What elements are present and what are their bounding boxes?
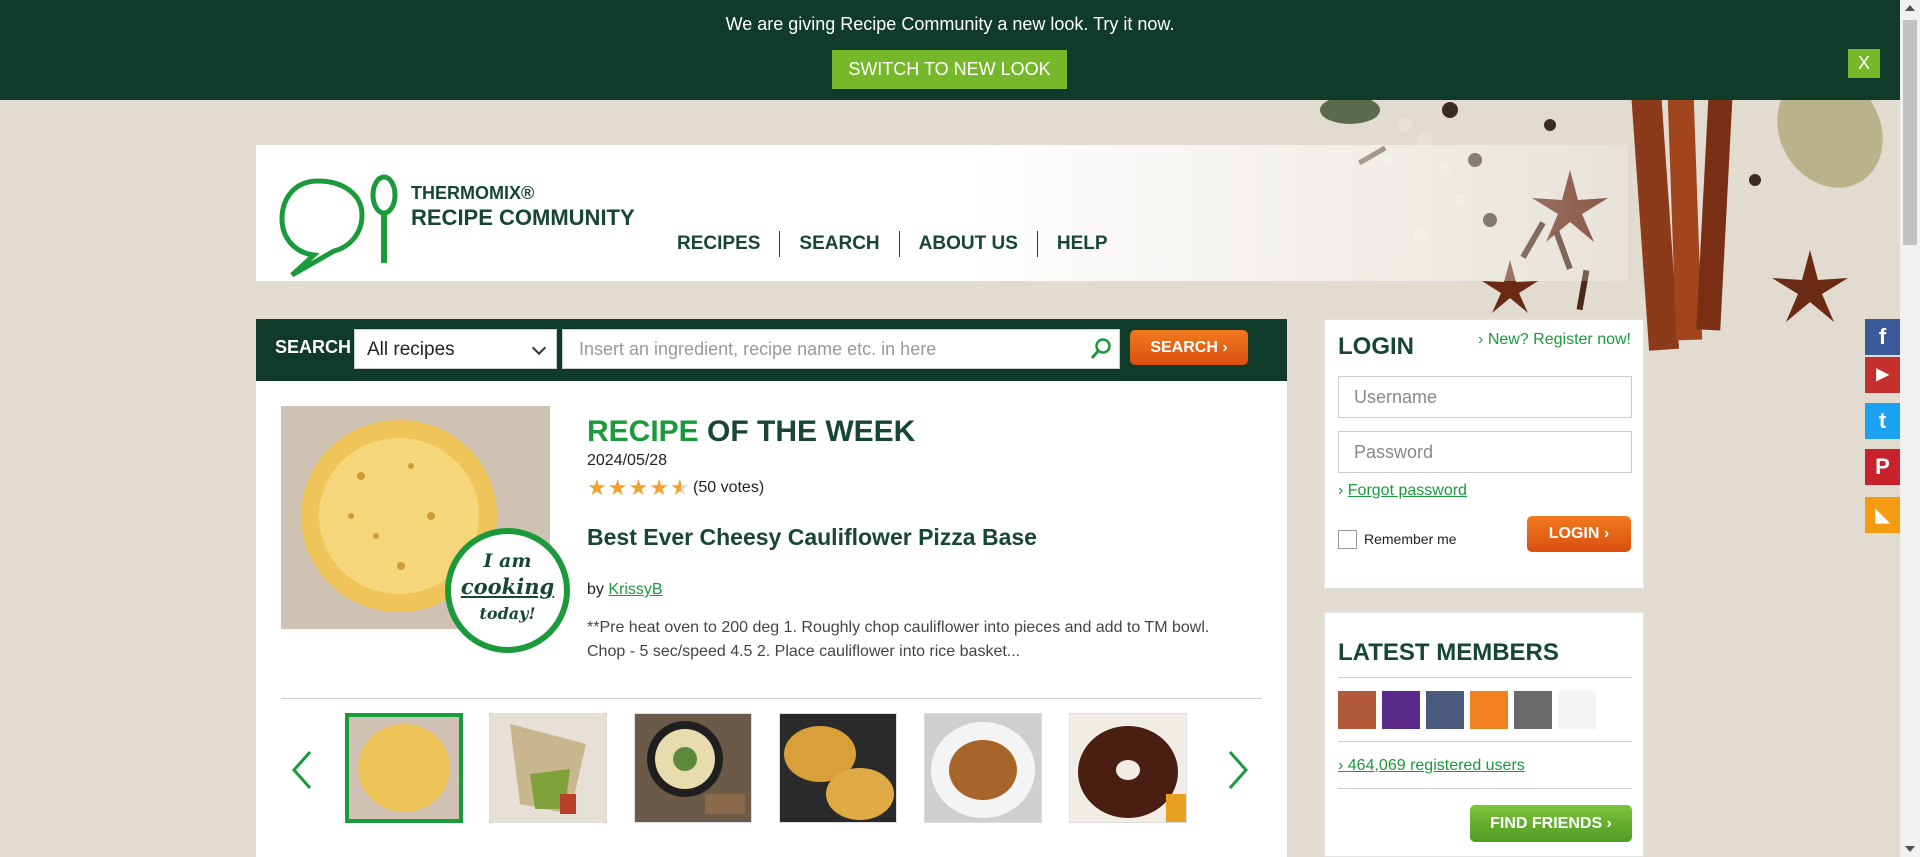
nav-about-us[interactable]: ABOUT US	[898, 231, 1037, 257]
find-friends-label: FIND FRIENDS	[1490, 815, 1603, 832]
carousel-prev-arrow-icon[interactable]	[290, 750, 314, 790]
carousel-thumb-1[interactable]	[345, 713, 463, 823]
recipe-author-line: by KrissyB	[587, 581, 663, 599]
by-label: by	[587, 581, 604, 598]
username-field[interactable]: Username	[1338, 376, 1632, 418]
star-icon: ★	[628, 475, 649, 500]
star-icon: ★	[587, 475, 607, 500]
carousel-next-arrow-icon[interactable]	[1226, 750, 1250, 790]
search-bar: SEARCH All recipes Insert an ingredient,…	[256, 319, 1287, 381]
recipe-of-week-title-accent: RECIPE	[587, 415, 699, 448]
carousel-thumb-6[interactable]	[1069, 713, 1187, 823]
thumb-image	[349, 717, 459, 819]
avatar[interactable]	[1382, 691, 1420, 729]
register-label: New? Register now!	[1487, 331, 1631, 348]
recipe-date: 2024/05/28	[587, 452, 668, 469]
carousel-thumb-4[interactable]	[779, 713, 897, 823]
divider	[1338, 677, 1632, 678]
carousel-thumb-5[interactable]	[924, 713, 1042, 823]
badge-line-2: cooking	[460, 574, 555, 599]
new-look-banner: We are giving Recipe Community a new loo…	[0, 0, 1900, 100]
forgot-password-label: Forgot password	[1347, 482, 1467, 499]
thumb-image	[635, 714, 751, 822]
recipe-name-link[interactable]: Best Ever Cheesy Cauliflower Pizza Base	[587, 524, 1037, 551]
nav-search[interactable]: SEARCH	[779, 231, 898, 257]
star-icon: ★	[649, 475, 669, 500]
main-nav: RECIPES SEARCH ABOUT US HELP	[658, 231, 1127, 257]
avatar[interactable]	[1470, 691, 1508, 729]
scroll-down-arrow[interactable]	[1905, 846, 1915, 852]
register-link[interactable]: › New? Register now!	[1478, 331, 1631, 349]
banner-text: We are giving Recipe Community a new loo…	[725, 14, 1175, 34]
chevron-down-icon	[531, 340, 547, 356]
twitter-icon[interactable]: t	[1865, 403, 1900, 439]
avatar[interactable]	[1426, 691, 1464, 729]
search-icon[interactable]	[1089, 337, 1113, 361]
search-button[interactable]: SEARCH ›	[1130, 330, 1248, 365]
divider	[1338, 741, 1632, 742]
thumb-image	[925, 714, 1041, 822]
forgot-password-link[interactable]: › Forgot password	[1338, 482, 1467, 500]
remember-me-label: Remember me	[1364, 531, 1457, 547]
close-banner-button[interactable]: X	[1848, 49, 1880, 78]
brand-subtitle: RECIPE COMMUNITY	[411, 205, 635, 230]
thumb-image	[490, 714, 606, 822]
password-field[interactable]: Password	[1338, 431, 1632, 473]
find-friends-button[interactable]: FIND FRIENDS ›	[1470, 805, 1632, 842]
search-scope-select[interactable]: All recipes	[354, 329, 557, 369]
half-star-icon: ★	[669, 475, 690, 500]
scroll-up-arrow[interactable]	[1905, 5, 1915, 11]
author-link[interactable]: KrissyB	[608, 581, 662, 598]
carousel-thumb-2[interactable]	[489, 713, 607, 823]
thumb-image	[780, 714, 896, 822]
youtube-icon[interactable]: ▶	[1865, 357, 1900, 393]
search-scope-value: All recipes	[367, 339, 455, 360]
site-header: THERMOMIX® RECIPE COMMUNITY RECIPES SEAR…	[256, 145, 1628, 281]
nav-help[interactable]: HELP	[1036, 231, 1127, 257]
latest-members-title: LATEST MEMBERS	[1338, 639, 1559, 666]
page-scrollbar[interactable]	[1900, 0, 1920, 857]
divider	[1338, 788, 1632, 789]
search-label: SEARCH	[275, 337, 352, 357]
rating-votes: (50 votes)	[693, 479, 765, 496]
pinterest-icon[interactable]: P	[1865, 449, 1900, 485]
registered-users-count: 464,069 registered users	[1347, 757, 1525, 774]
facebook-icon[interactable]: f	[1865, 319, 1900, 355]
remember-me-checkbox[interactable]	[1338, 530, 1357, 549]
registered-users-link[interactable]: › 464,069 registered users	[1338, 757, 1525, 775]
search-button-label: SEARCH	[1150, 339, 1218, 356]
rss-icon[interactable]: ◣	[1865, 497, 1900, 533]
nav-recipes[interactable]: RECIPES	[658, 231, 779, 257]
avatar[interactable]	[1514, 691, 1552, 729]
carousel-thumb-3[interactable]	[634, 713, 752, 823]
latest-members-box: LATEST MEMBERS › 464,069 registered user…	[1324, 612, 1644, 857]
star-icon: ★	[607, 475, 628, 500]
rating-stars: ★ ★ ★ ★ ★	[587, 477, 690, 499]
avatar[interactable]	[1338, 691, 1376, 729]
recipe-of-week-title: OF THE WEEK	[707, 415, 916, 448]
badge-line-1: I am	[483, 550, 532, 572]
switch-to-new-look-button[interactable]: SWITCH TO NEW LOOK	[832, 50, 1067, 89]
i-am-cooking-today-badge[interactable]: I am cooking today!	[445, 528, 570, 653]
scroll-thumb[interactable]	[1903, 20, 1917, 245]
thumb-image	[1070, 714, 1186, 822]
recipe-description: **Pre heat oven to 200 deg 1. Roughly ch…	[587, 619, 1210, 660]
login-box: LOGIN › New? Register now! Username Pass…	[1324, 319, 1644, 589]
badge-line-3: today!	[479, 604, 536, 623]
login-button-label: LOGIN	[1548, 525, 1600, 542]
recipe-community-logo[interactable]	[278, 167, 398, 277]
login-title: LOGIN	[1338, 333, 1414, 360]
brand-name: THERMOMIX®	[411, 183, 535, 203]
divider	[281, 698, 1262, 699]
login-button[interactable]: LOGIN ›	[1527, 516, 1631, 552]
search-input[interactable]: Insert an ingredient, recipe name etc. i…	[562, 329, 1120, 369]
avatar[interactable]	[1558, 691, 1596, 729]
